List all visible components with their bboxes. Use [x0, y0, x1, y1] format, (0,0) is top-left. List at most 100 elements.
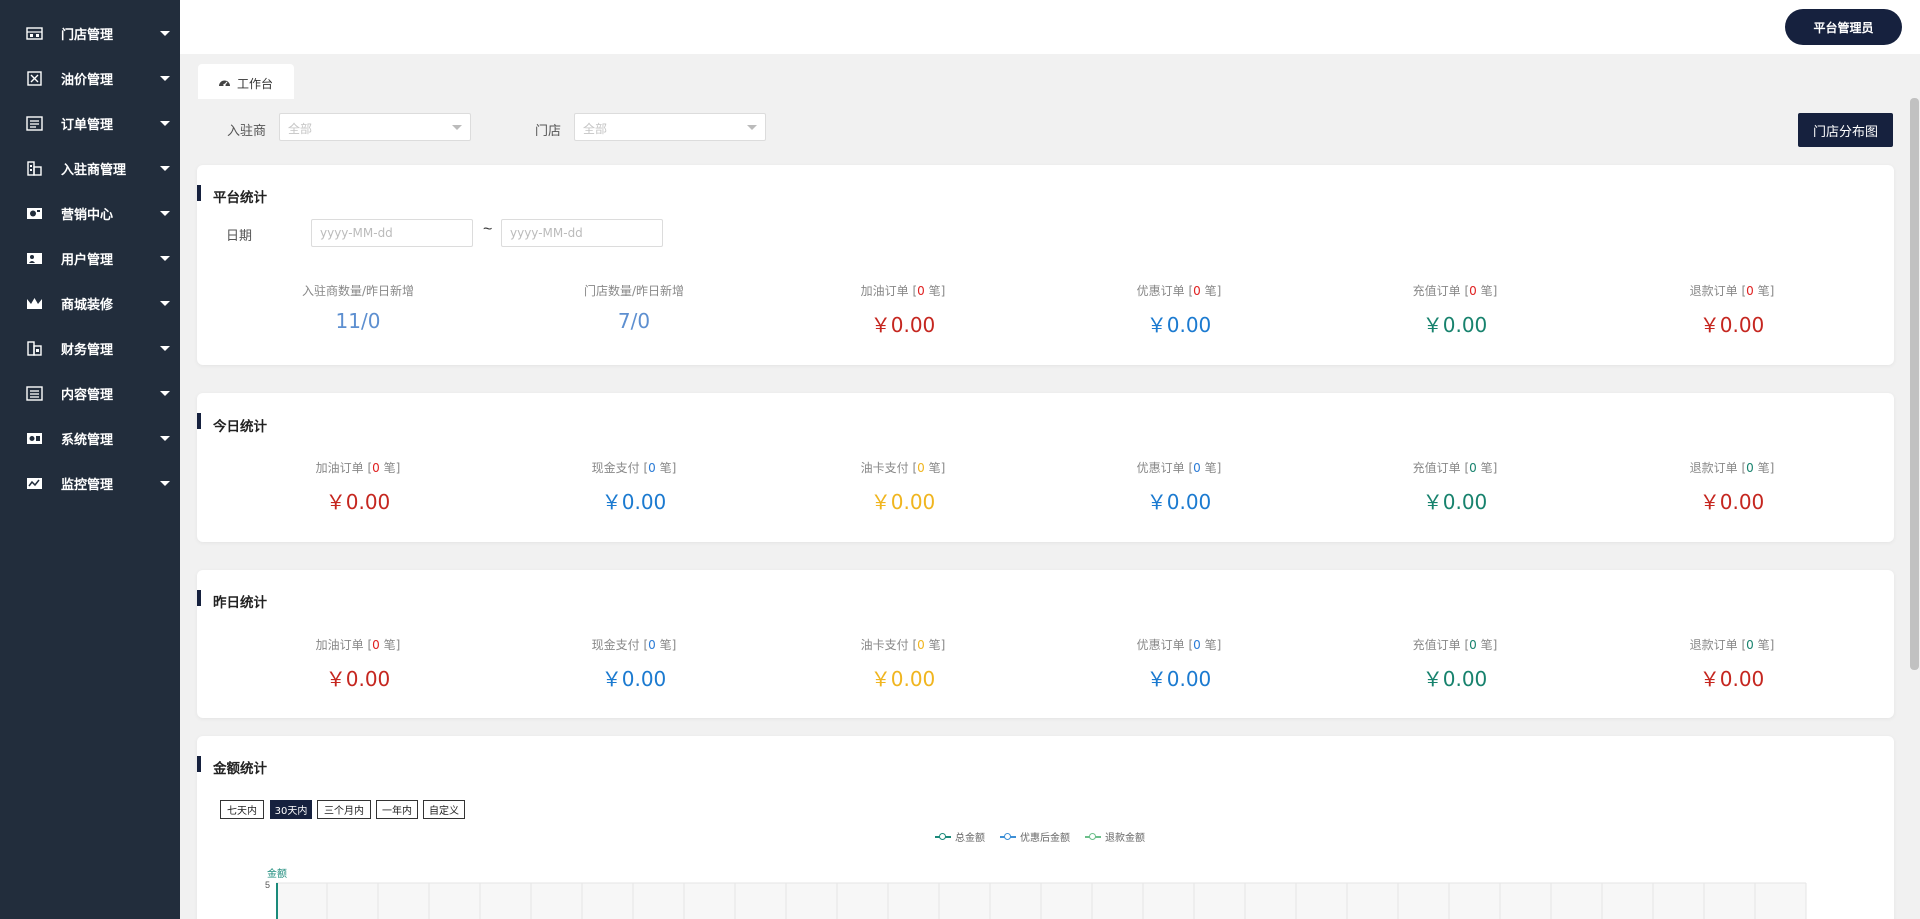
range-custom-button[interactable]: 自定义	[423, 800, 465, 819]
stat-refund-orders: 退款订单 [0 笔] ￥0.00	[1602, 636, 1862, 692]
legend-label: 退款金额	[1105, 833, 1145, 844]
store-filter-label: 门店	[535, 124, 562, 139]
card-accent-bar	[197, 185, 201, 201]
stat-recharge-orders: 充值订单 [0 笔] ￥0.00	[1325, 459, 1585, 515]
legend-total[interactable]: 总金额	[935, 829, 985, 844]
stat-fuel-orders: 加油订单 [0 笔] ￥0.00	[228, 636, 488, 692]
stat-label: 门店数量/昨日新增	[583, 284, 685, 298]
sidebar-item-label: 商城装修	[61, 297, 114, 313]
stat-value: ￥0.00	[1146, 490, 1212, 514]
legend-discounted[interactable]: 优惠后金额	[1000, 829, 1070, 844]
legend-marker	[1085, 832, 1101, 841]
sidebar: 门店管理 油价管理 订单管理 入驻商管理 营销中心 用户管理 商城装修 财务管理	[0, 0, 180, 919]
stat-label: 现金支付 [0 笔]	[591, 461, 677, 475]
sidebar-item-price[interactable]: 油价管理	[0, 56, 180, 100]
sidebar-item-mall[interactable]: 商城装修	[0, 281, 180, 325]
stat-label: 油卡支付 [0 笔]	[860, 461, 946, 475]
card-title: 昨日统计	[213, 595, 267, 611]
content-icon	[26, 385, 43, 401]
stat-label: 充值订单 [0 笔]	[1412, 638, 1498, 652]
stat-value: ￥0.00	[870, 667, 936, 691]
legend-marker	[935, 832, 951, 841]
legend-label: 优惠后金额	[1020, 833, 1070, 844]
chevron-down-icon	[160, 300, 170, 306]
monitor-icon	[27, 477, 42, 489]
stat-label: 现金支付 [0 笔]	[591, 638, 677, 652]
tab-workbench[interactable]: 工作台	[198, 64, 294, 99]
stat-value: ￥0.00	[870, 490, 936, 514]
stat-value: ￥0.00	[325, 490, 391, 514]
stat-value: ￥0.00	[870, 313, 936, 337]
chevron-down-icon	[160, 390, 170, 396]
chevron-down-icon	[160, 75, 170, 81]
stat-card-payment: 油卡支付 [0 笔] ￥0.00	[773, 459, 1033, 515]
stat-label: 优惠订单 [0 笔]	[1136, 461, 1222, 475]
stat-label: 优惠订单 [0 笔]	[1136, 284, 1222, 298]
sidebar-item-label: 门店管理	[61, 27, 114, 43]
page-scrollbar[interactable]	[1910, 98, 1919, 670]
legend-marker	[1000, 832, 1016, 841]
sidebar-item-content[interactable]: 内容管理	[0, 371, 180, 415]
merchant-filter-label: 入驻商	[227, 124, 267, 139]
list-icon	[26, 115, 43, 131]
stat-label: 油卡支付 [0 笔]	[860, 638, 946, 652]
stat-label: 充值订单 [0 笔]	[1412, 461, 1498, 475]
stat-merchant-count: 入驻商数量/昨日新增 11/0	[228, 282, 488, 333]
stat-fuel-orders: 加油订单 [0 笔] ￥0.00	[773, 282, 1033, 338]
stat-value: ￥0.00	[1146, 667, 1212, 691]
chevron-down-icon	[160, 165, 170, 171]
stat-value: ￥0.00	[1146, 313, 1212, 337]
stat-discount-orders: 优惠订单 [0 笔] ￥0.00	[1049, 282, 1309, 338]
card-title: 平台统计	[213, 190, 267, 206]
range-3-months-button[interactable]: 三个月内	[317, 800, 371, 819]
sidebar-item-finance[interactable]: 财务管理	[0, 326, 180, 370]
range-30-days-button[interactable]: 30天内	[270, 800, 312, 819]
settings-icon	[27, 432, 42, 444]
stat-label: 加油订单 [0 笔]	[860, 284, 946, 298]
amount-stats-card: 金额统计 七天内 30天内 三个月内 一年内 自定义 总金额 优惠后金额 退款金…	[197, 736, 1894, 919]
sidebar-item-system[interactable]: 系统管理	[0, 416, 180, 460]
stat-fuel-orders: 加油订单 [0 笔] ￥0.00	[228, 459, 488, 515]
store-icon	[26, 26, 43, 40]
stat-value: 7/0	[617, 309, 651, 333]
date-end-input[interactable]: yyyy-MM-dd	[501, 219, 663, 247]
sidebar-item-user[interactable]: 用户管理	[0, 236, 180, 280]
sidebar-item-label: 油价管理	[61, 72, 114, 88]
chevron-down-icon	[160, 255, 170, 261]
stat-label: 充值订单 [0 笔]	[1412, 284, 1498, 298]
sidebar-item-merchant[interactable]: 入驻商管理	[0, 146, 180, 190]
card-accent-bar	[197, 590, 201, 606]
merchant-select[interactable]: 全部	[279, 113, 471, 141]
date-start-input[interactable]: yyyy-MM-dd	[311, 219, 473, 247]
card-accent-bar	[197, 413, 201, 429]
stat-refund-orders: 退款订单 [0 笔] ￥0.00	[1602, 282, 1862, 338]
stat-label: 退款订单 [0 笔]	[1689, 284, 1775, 298]
sidebar-item-monitor[interactable]: 监控管理	[0, 461, 180, 505]
store-map-button[interactable]: 门店分布图	[1798, 113, 1893, 147]
stat-label: 退款订单 [0 笔]	[1689, 461, 1775, 475]
range-1-year-button[interactable]: 一年内	[376, 800, 418, 819]
stat-store-count: 门店数量/昨日新增 7/0	[504, 282, 764, 333]
stat-value: ￥0.00	[601, 490, 667, 514]
store-select[interactable]: 全部	[574, 113, 766, 141]
range-7-days-button[interactable]: 七天内	[220, 800, 264, 819]
sidebar-item-order[interactable]: 订单管理	[0, 101, 180, 145]
sidebar-item-marketing[interactable]: 营销中心	[0, 191, 180, 235]
chevron-down-icon	[160, 345, 170, 351]
marketing-icon	[27, 207, 42, 219]
legend-refund[interactable]: 退款金额	[1085, 829, 1145, 844]
stat-cash-payment: 现金支付 [0 笔] ￥0.00	[504, 459, 764, 515]
sidebar-item-label: 用户管理	[61, 252, 114, 268]
sidebar-item-label: 系统管理	[61, 432, 114, 448]
chevron-down-icon	[160, 210, 170, 216]
stat-recharge-orders: 充值订单 [0 笔] ￥0.00	[1325, 636, 1585, 692]
chevron-down-icon	[160, 30, 170, 36]
top-bar	[180, 0, 1920, 54]
y-axis-name: 金额	[267, 869, 287, 880]
card-title: 金额统计	[213, 761, 267, 777]
sidebar-item-label: 订单管理	[61, 117, 114, 133]
sidebar-item-store[interactable]: 门店管理	[0, 11, 180, 55]
stat-label: 退款订单 [0 笔]	[1689, 638, 1775, 652]
admin-menu-button[interactable]: 平台管理员	[1785, 9, 1902, 45]
stat-card-payment: 油卡支付 [0 笔] ￥0.00	[773, 636, 1033, 692]
